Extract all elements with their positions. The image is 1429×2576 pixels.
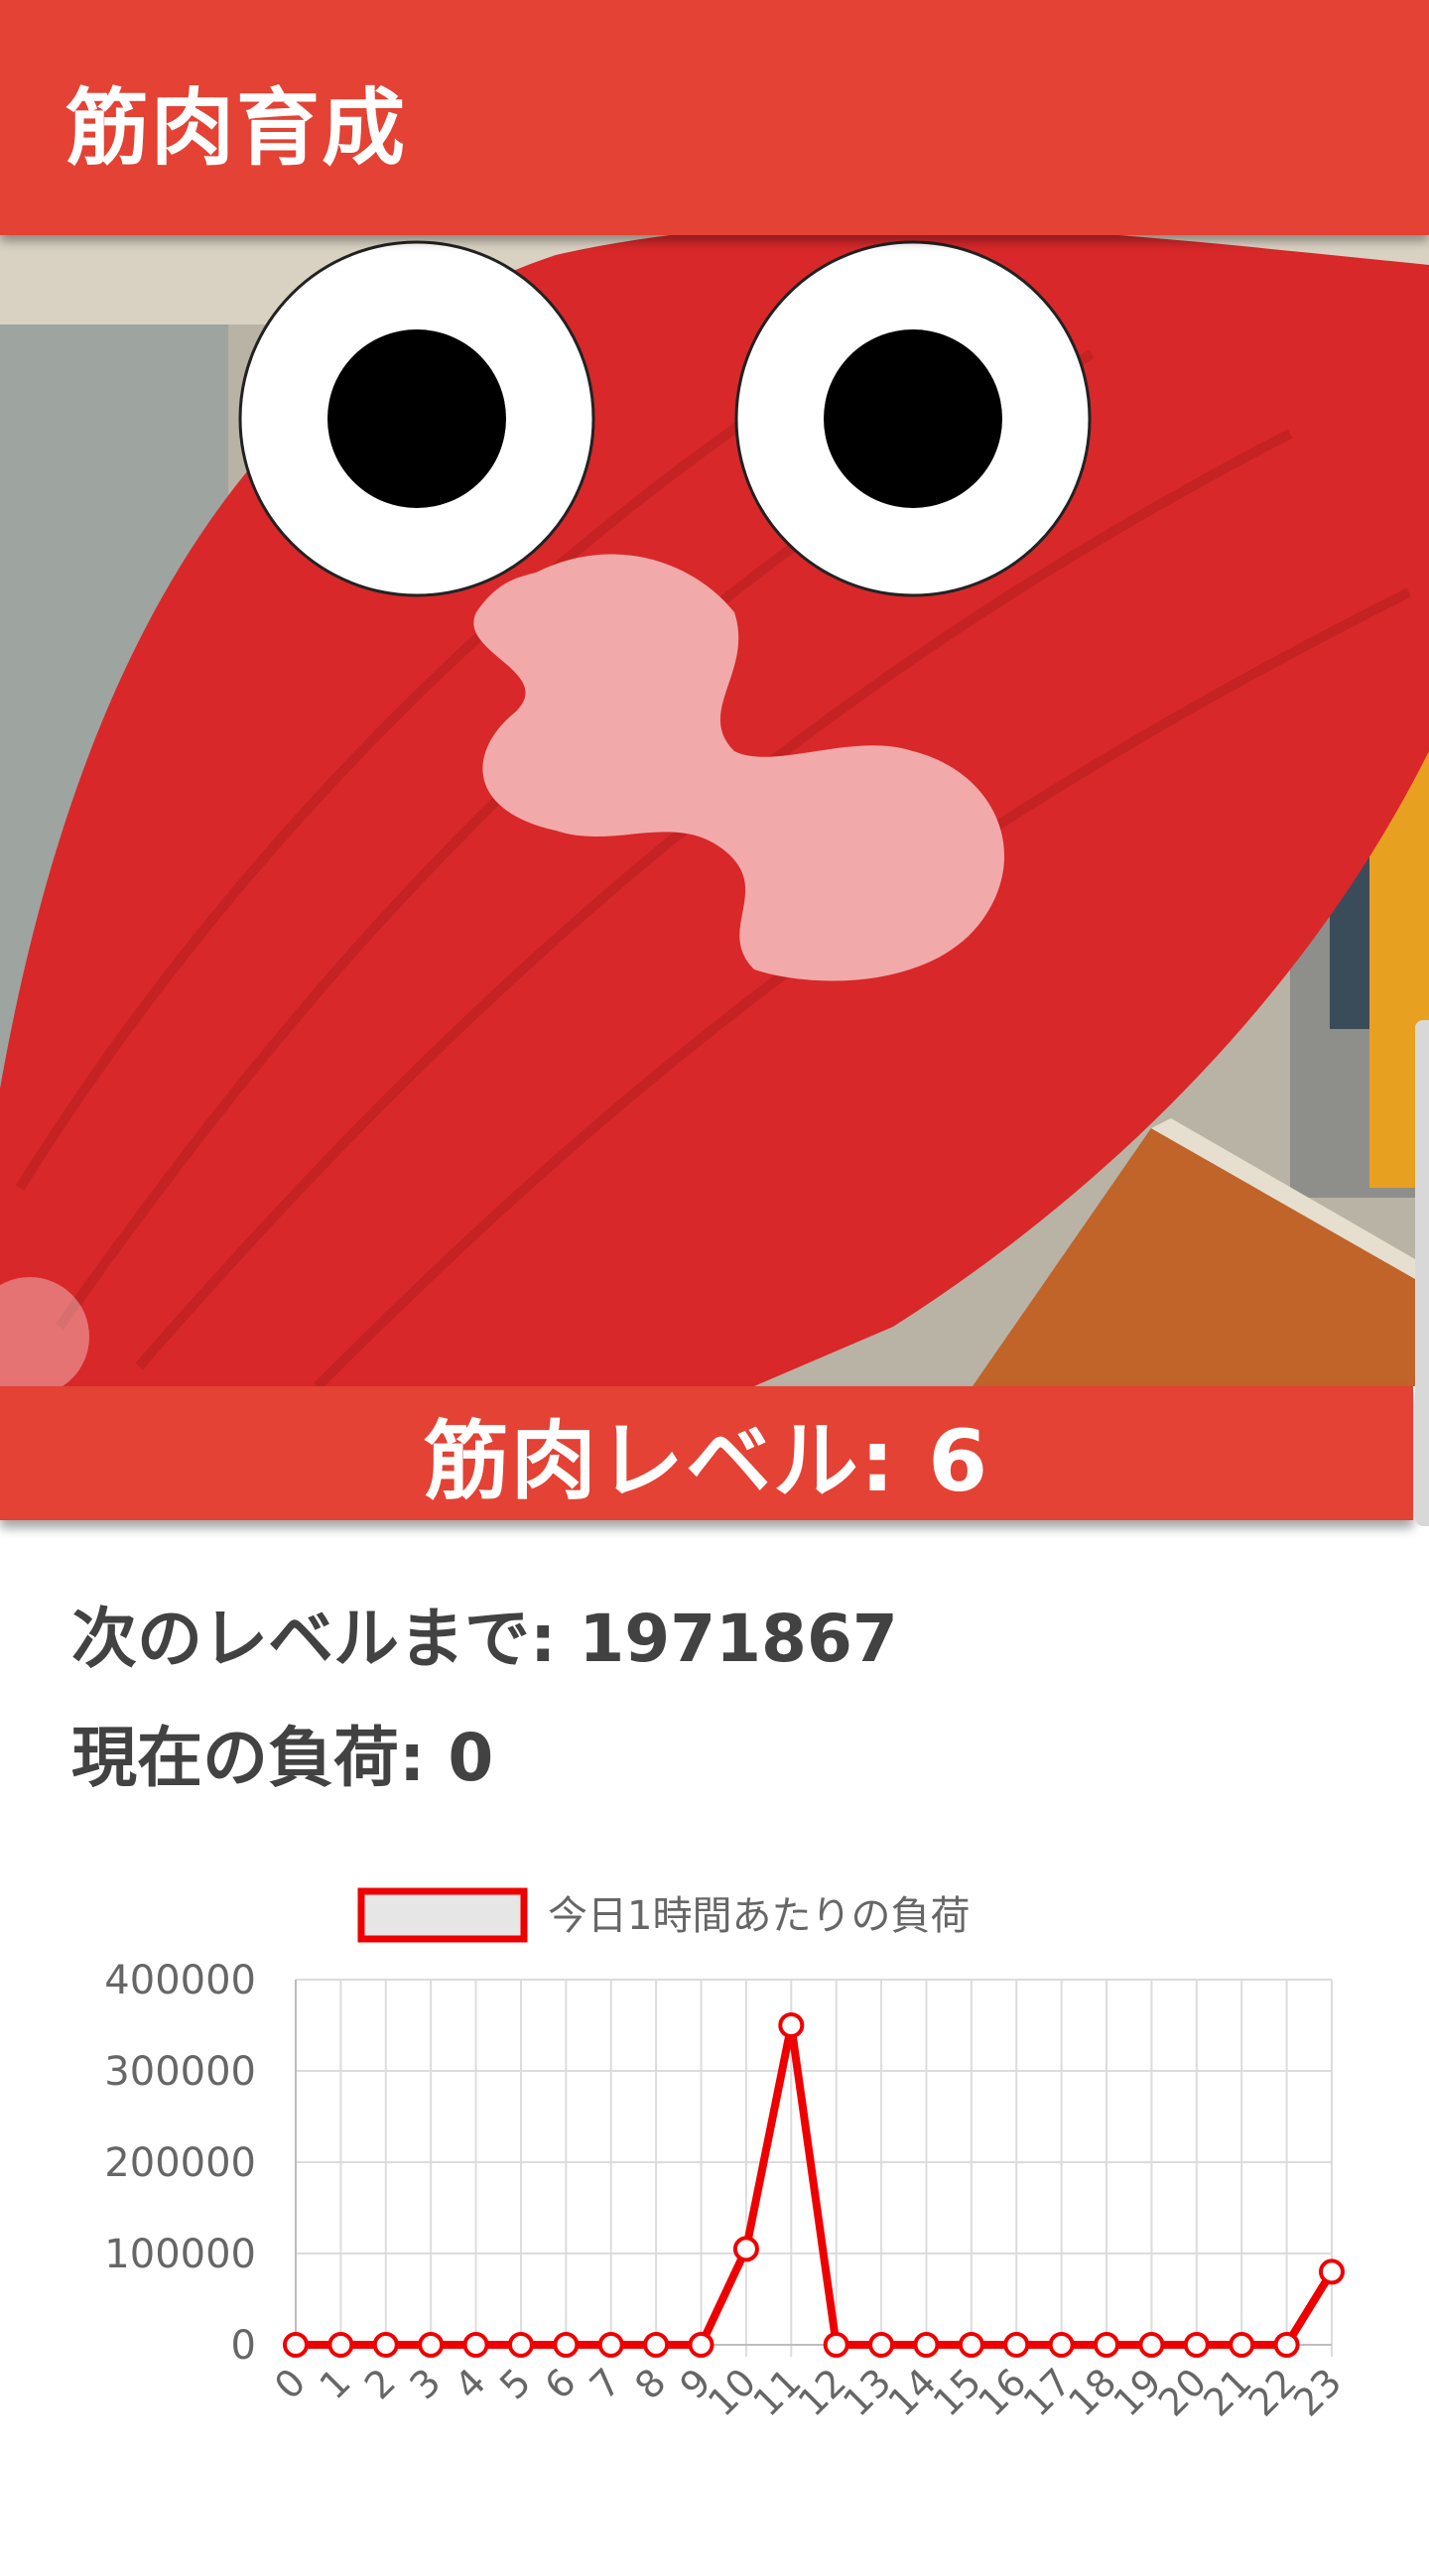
series-line [296,2021,1336,2349]
x-tick-label: 7 [582,2360,629,2407]
app-bar: 筋肉育成 [0,0,1429,235]
y-tick-label: 300000 [104,2049,256,2095]
data-point [597,2332,624,2358]
data-point [778,2012,805,2038]
next-level-remaining: 次のレベルまで: 1971867 [71,1601,898,1677]
legend-label: 今日1時間あたりの負荷 [548,1893,970,1939]
data-point [1094,2332,1120,2358]
data-point [1138,2332,1165,2358]
hourly-load-chart-svg: 今日1時間あたりの負荷40000030000020000010000000123… [104,1887,1350,2425]
data-point [958,2332,984,2358]
muscle-character-illustration [0,235,1429,1386]
data-point [643,2332,670,2358]
y-tick-label: 0 [231,2323,256,2369]
data-point [283,2332,309,2358]
data-point [913,2332,940,2358]
data-point [462,2332,489,2358]
x-tick-label: 4 [447,2360,494,2407]
y-tick-label: 200000 [104,2140,256,2186]
x-tick-label: 1 [312,2360,359,2407]
data-point [732,2236,759,2262]
x-tick-label: 5 [491,2360,539,2407]
muscle-level-banner: 筋肉レベル: 6 [0,1386,1413,1520]
hourly-load-chart: 今日1時間あたりの負荷 400000 300000 200000 100000 0 0 1 2 3… [0,1866,1429,2441]
muscle-character-image [0,235,1429,1386]
data-point [507,2332,534,2358]
data-point [1229,2332,1255,2358]
x-tick-label: 6 [536,2360,584,2407]
data-point [418,2332,445,2358]
x-tick-label: 23 [1285,2360,1350,2424]
muscle-level-text: 筋肉レベル: 6 [423,1412,990,1511]
data-point [372,2332,399,2358]
data-point [823,2332,849,2358]
x-tick-label: 3 [401,2360,449,2407]
x-tick-label: 2 [356,2360,404,2407]
data-point [1048,2332,1075,2358]
y-tick-label: 400000 [104,1958,256,2003]
data-point [1273,2332,1300,2358]
app-title: 筋肉育成 [65,79,408,177]
data-point [327,2332,354,2358]
x-tick-label: 8 [626,2360,674,2407]
x-tick-label: 0 [266,2360,314,2407]
side-scroll-handle[interactable] [1415,1020,1429,1526]
data-point [688,2332,714,2358]
data-point [868,2332,895,2358]
current-load: 現在の負荷: 0 [71,1720,494,1796]
data-point [1003,2332,1030,2358]
legend-swatch [357,1887,528,1943]
data-point [1319,2258,1345,2285]
data-point [553,2332,580,2358]
data-point [1183,2332,1210,2358]
y-tick-label: 100000 [104,2232,256,2277]
